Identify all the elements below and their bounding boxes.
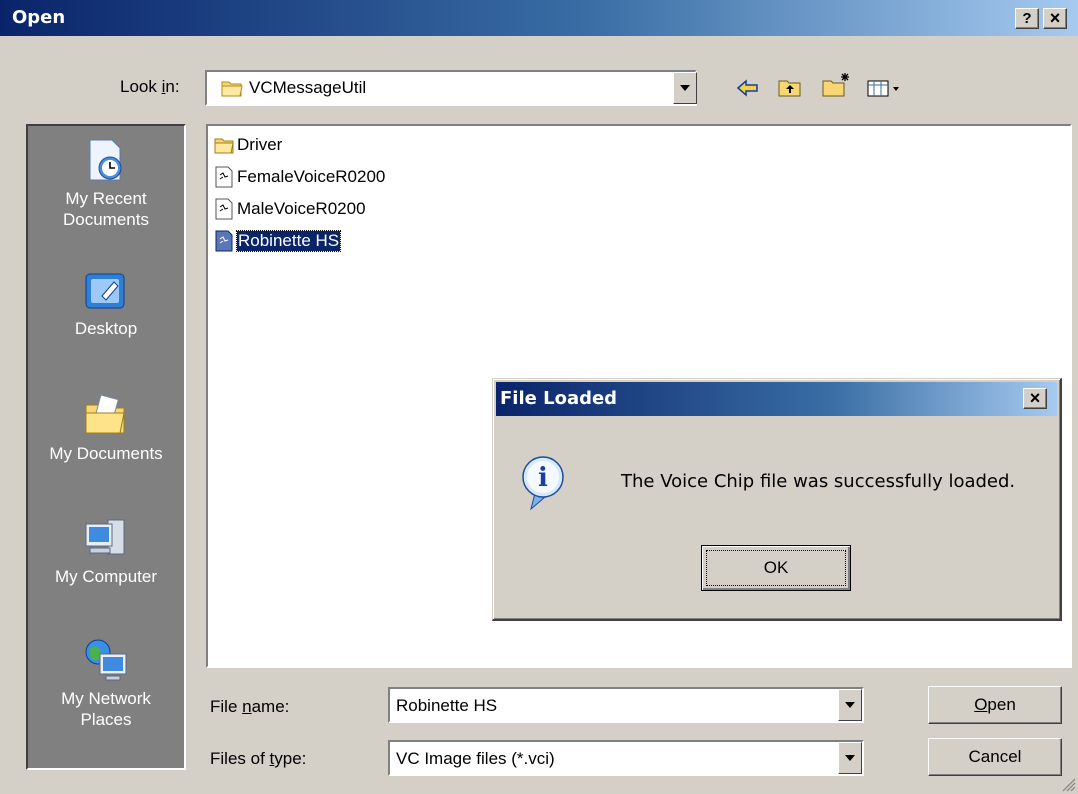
folder-icon [214, 138, 234, 154]
places-bar: My Recent Documents Desktop My Documents… [26, 124, 186, 770]
desktop-icon [85, 273, 125, 309]
info-icon: i [522, 456, 564, 511]
ok-button-label: OK [706, 550, 846, 586]
message-dialog: File Loaded × i The Voice Chip file was … [492, 378, 1062, 621]
title-bar [0, 0, 1078, 36]
views-menu-icon[interactable] [867, 80, 903, 98]
list-item[interactable]: MaleVoiceR0200 [214, 196, 366, 222]
place-label: My Computer [54, 567, 158, 586]
file-name-input[interactable]: Robinette HS [388, 687, 864, 723]
list-item[interactable]: Driver [214, 132, 282, 158]
my-computer-icon [85, 519, 125, 555]
place-recent-documents[interactable]: My Recent Documents [28, 136, 184, 230]
message-close-button[interactable]: × [1023, 388, 1047, 409]
file-type-dropdown-button[interactable] [838, 742, 862, 774]
up-folder-icon[interactable] [778, 76, 802, 98]
chevron-down-icon [845, 702, 855, 708]
look-in-dropdown-button[interactable] [673, 72, 697, 104]
svg-text:i: i [538, 463, 548, 493]
open-button[interactable]: Open [928, 686, 1062, 724]
help-button[interactable]: ? [1015, 8, 1039, 29]
list-item-selected[interactable]: Robinette HS [214, 228, 342, 254]
place-desktop[interactable]: Desktop [28, 266, 184, 339]
place-my-documents[interactable]: My Documents [28, 391, 184, 464]
file-name-value: Robinette HS [396, 696, 498, 715]
chevron-down-icon [680, 85, 690, 91]
place-network-places[interactable]: My Network Places [28, 636, 184, 730]
place-label: Places [80, 710, 132, 729]
my-documents-icon [85, 394, 125, 434]
file-name: Driver [237, 135, 283, 154]
message-text: The Voice Chip file was successfully loa… [621, 471, 1016, 492]
place-label: Documents [63, 210, 149, 229]
window-title: Open [12, 7, 66, 28]
back-arrow-icon[interactable] [736, 78, 760, 98]
file-name: Robinette HS [235, 230, 342, 252]
ok-button[interactable]: OK [701, 545, 851, 591]
file-type-select[interactable]: VC Image files (*.vci) [388, 740, 864, 776]
look-in-label: Look in: [120, 77, 180, 96]
chevron-down-icon [845, 755, 855, 761]
file-icon [215, 198, 233, 220]
file-icon [215, 230, 233, 252]
list-item[interactable]: FemaleVoiceR0200 [214, 164, 385, 190]
resize-grip-icon[interactable] [1060, 776, 1076, 792]
place-label: My Documents [49, 444, 163, 463]
look-in-combo[interactable]: VCMessageUtil [205, 70, 697, 106]
close-button[interactable]: × [1043, 8, 1067, 29]
look-in-value: VCMessageUtil [249, 78, 367, 97]
file-name: FemaleVoiceR0200 [237, 167, 386, 186]
file-type-value: VC Image files (*.vci) [396, 749, 555, 768]
file-type-label: Files of type: [210, 749, 307, 768]
network-places-icon [85, 639, 127, 681]
file-name: MaleVoiceR0200 [237, 199, 366, 218]
place-label: My Network [61, 689, 151, 708]
place-label: Desktop [74, 319, 138, 338]
place-my-computer[interactable]: My Computer [28, 514, 184, 587]
folder-icon [221, 81, 243, 97]
place-label: My Recent [65, 189, 147, 208]
cancel-button[interactable]: Cancel [928, 738, 1062, 776]
new-folder-icon[interactable] [822, 72, 852, 98]
file-name-dropdown-button[interactable] [838, 689, 862, 721]
file-name-label: File name: [210, 697, 290, 716]
recent-documents-icon [89, 139, 122, 181]
file-icon [215, 166, 233, 188]
message-title: File Loaded [500, 388, 618, 409]
